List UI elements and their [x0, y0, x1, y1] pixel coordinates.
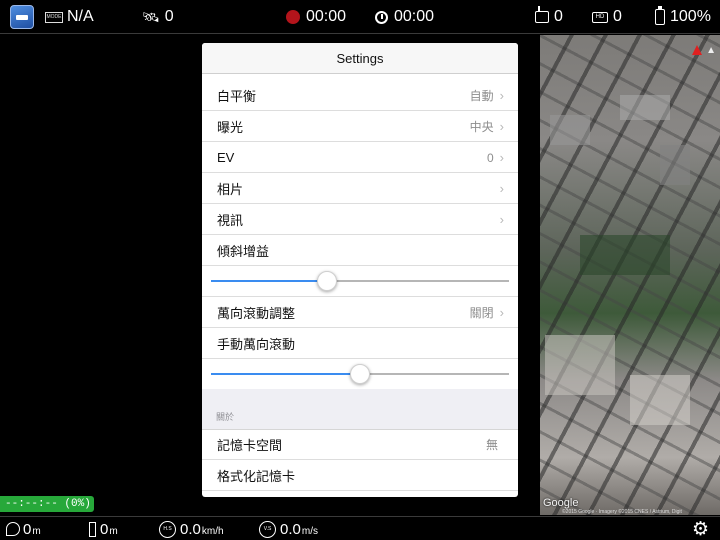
row-label: 傾斜增益 [217, 244, 270, 259]
record-indicator: 00:00 [286, 0, 346, 34]
row-value: 0 [486, 150, 494, 165]
chevron-right-icon: › [499, 181, 504, 196]
chevron-right-icon: › [499, 119, 504, 134]
speed-icon: V.S [259, 520, 276, 538]
flight-mode-indicator: MODE N/A [45, 0, 94, 34]
chevron-right-icon: › [499, 88, 504, 103]
height-unit: m [109, 525, 118, 537]
row-sd-card-space: 記憶卡空間 無 [202, 429, 518, 460]
mode-box-icon: MODE [45, 11, 63, 23]
vertical-speed-value: 0.0 [280, 520, 301, 538]
row-tilt-gain: 傾斜增益 [202, 235, 518, 266]
satellite-count: 0 [164, 8, 174, 25]
map-compass-icon[interactable]: ▲ [706, 45, 716, 56]
vertical-speed-readout: V.S 0.0 m/s [259, 517, 318, 540]
chevron-right-icon: › [499, 150, 504, 165]
row-label: 曝光 [217, 120, 244, 135]
slider-track[interactable] [211, 364, 509, 384]
slider-fill [211, 280, 328, 282]
row-manual-gimbal-roll: 手動萬向滾動 [202, 328, 518, 359]
clock-icon [375, 10, 388, 24]
horizontal-speed-readout: H.S 0.0 km/h [159, 517, 224, 540]
row-value: 無 [485, 438, 498, 452]
slider-track[interactable] [211, 271, 509, 291]
horizontal-speed-value: 0.0 [180, 520, 201, 538]
record-icon[interactable] [286, 10, 300, 24]
map-brand: Google [543, 497, 579, 509]
timer-value: 00:00 [394, 8, 435, 25]
top-status-bar: MODE N/A 🛰 0 00:00 00:00 0 HD 0 100% [0, 0, 720, 34]
gear-icon[interactable]: ⚙ [692, 518, 709, 540]
timer-indicator: 00:00 [375, 0, 434, 34]
row-label: 記憶卡空間 [217, 438, 283, 453]
aircraft-marker-icon [692, 45, 702, 55]
chevron-right-icon: › [499, 212, 504, 227]
satellite-icon: 🛰 [142, 8, 160, 25]
row-label: 相片 [217, 182, 244, 197]
satellite-map[interactable]: ▲ Google ©2015 Google · Imagery ©2015 CN… [540, 35, 720, 515]
height-readout: 0 m [89, 517, 118, 540]
remote-controller-icon [535, 6, 549, 23]
hd-signal-indicator: HD 0 [592, 0, 622, 34]
settings-gear-button[interactable]: ⚙ [692, 517, 709, 540]
slider-knob[interactable] [350, 364, 370, 384]
row-white-balance[interactable]: 白平衡 自動 › [202, 80, 518, 111]
map-attribution: ©2015 Google · Imagery ©2015 CNES / Astr… [562, 509, 682, 515]
row-gimbal-roll-adjust[interactable]: 萬向滾動調整 關閉 › [202, 297, 518, 328]
app-logo-icon[interactable] [10, 5, 34, 29]
record-time: 00:00 [306, 8, 347, 25]
vertical-speed-unit: m/s [301, 525, 318, 537]
recording-progress: --:--:-- (0%) [0, 496, 94, 512]
row-format-sd-card[interactable]: 格式化記憶卡 [202, 460, 518, 491]
row-exposure[interactable]: 曝光 中央 › [202, 111, 518, 142]
about-section-header: 關於 [202, 389, 518, 430]
distance-value: 0 [23, 520, 32, 538]
battery-icon [655, 6, 665, 25]
distance-unit: m [32, 525, 41, 537]
speed-icon: H.S [159, 520, 176, 538]
distance-readout: 0 m [6, 517, 41, 540]
row-label: 視訊 [217, 213, 244, 228]
slider-fill [211, 373, 360, 375]
row-value: 中央 [469, 120, 494, 134]
height-icon [89, 521, 96, 537]
horizontal-speed-unit: km/h [201, 525, 224, 537]
row-label: 手動萬向滾動 [217, 337, 296, 352]
row-ev[interactable]: EV 0 › [202, 142, 518, 173]
row-label: 格式化記憶卡 [217, 469, 296, 484]
row-value: 自動 [469, 89, 494, 103]
row-video[interactable]: 視訊 › [202, 204, 518, 235]
height-value: 0 [100, 520, 109, 538]
settings-title: Settings [202, 43, 518, 74]
row-photo[interactable]: 相片 › [202, 173, 518, 204]
hd-signal-value: 0 [613, 8, 622, 25]
rc-signal-indicator: 0 [535, 0, 563, 34]
chevron-right-icon: › [499, 305, 504, 320]
tilt-gain-slider[interactable] [202, 265, 518, 296]
settings-panel: Settings 白平衡 自動 › 曝光 中央 › EV 0 › 相片 › 視訊… [202, 43, 518, 497]
section-label: 關於 [216, 412, 235, 422]
distance-icon [6, 522, 20, 536]
rc-signal-value: 0 [554, 8, 563, 25]
satellite-indicator: 🛰 0 [142, 0, 174, 34]
manual-roll-slider[interactable] [202, 358, 518, 389]
battery-indicator: 100% [655, 0, 711, 34]
hd-signal-icon: HD [592, 11, 608, 23]
slider-knob[interactable] [317, 271, 338, 291]
row-value: 關閉 [469, 306, 494, 320]
flight-mode-value: N/A [67, 8, 94, 25]
bottom-telemetry-bar: 0 m 0 m H.S 0.0 km/h V.S 0.0 m/s ⚙ [0, 516, 720, 540]
row-label: EV [217, 150, 235, 165]
row-label: 白平衡 [217, 89, 257, 104]
row-label: 萬向滾動調整 [217, 306, 296, 321]
battery-value: 100% [670, 8, 711, 25]
